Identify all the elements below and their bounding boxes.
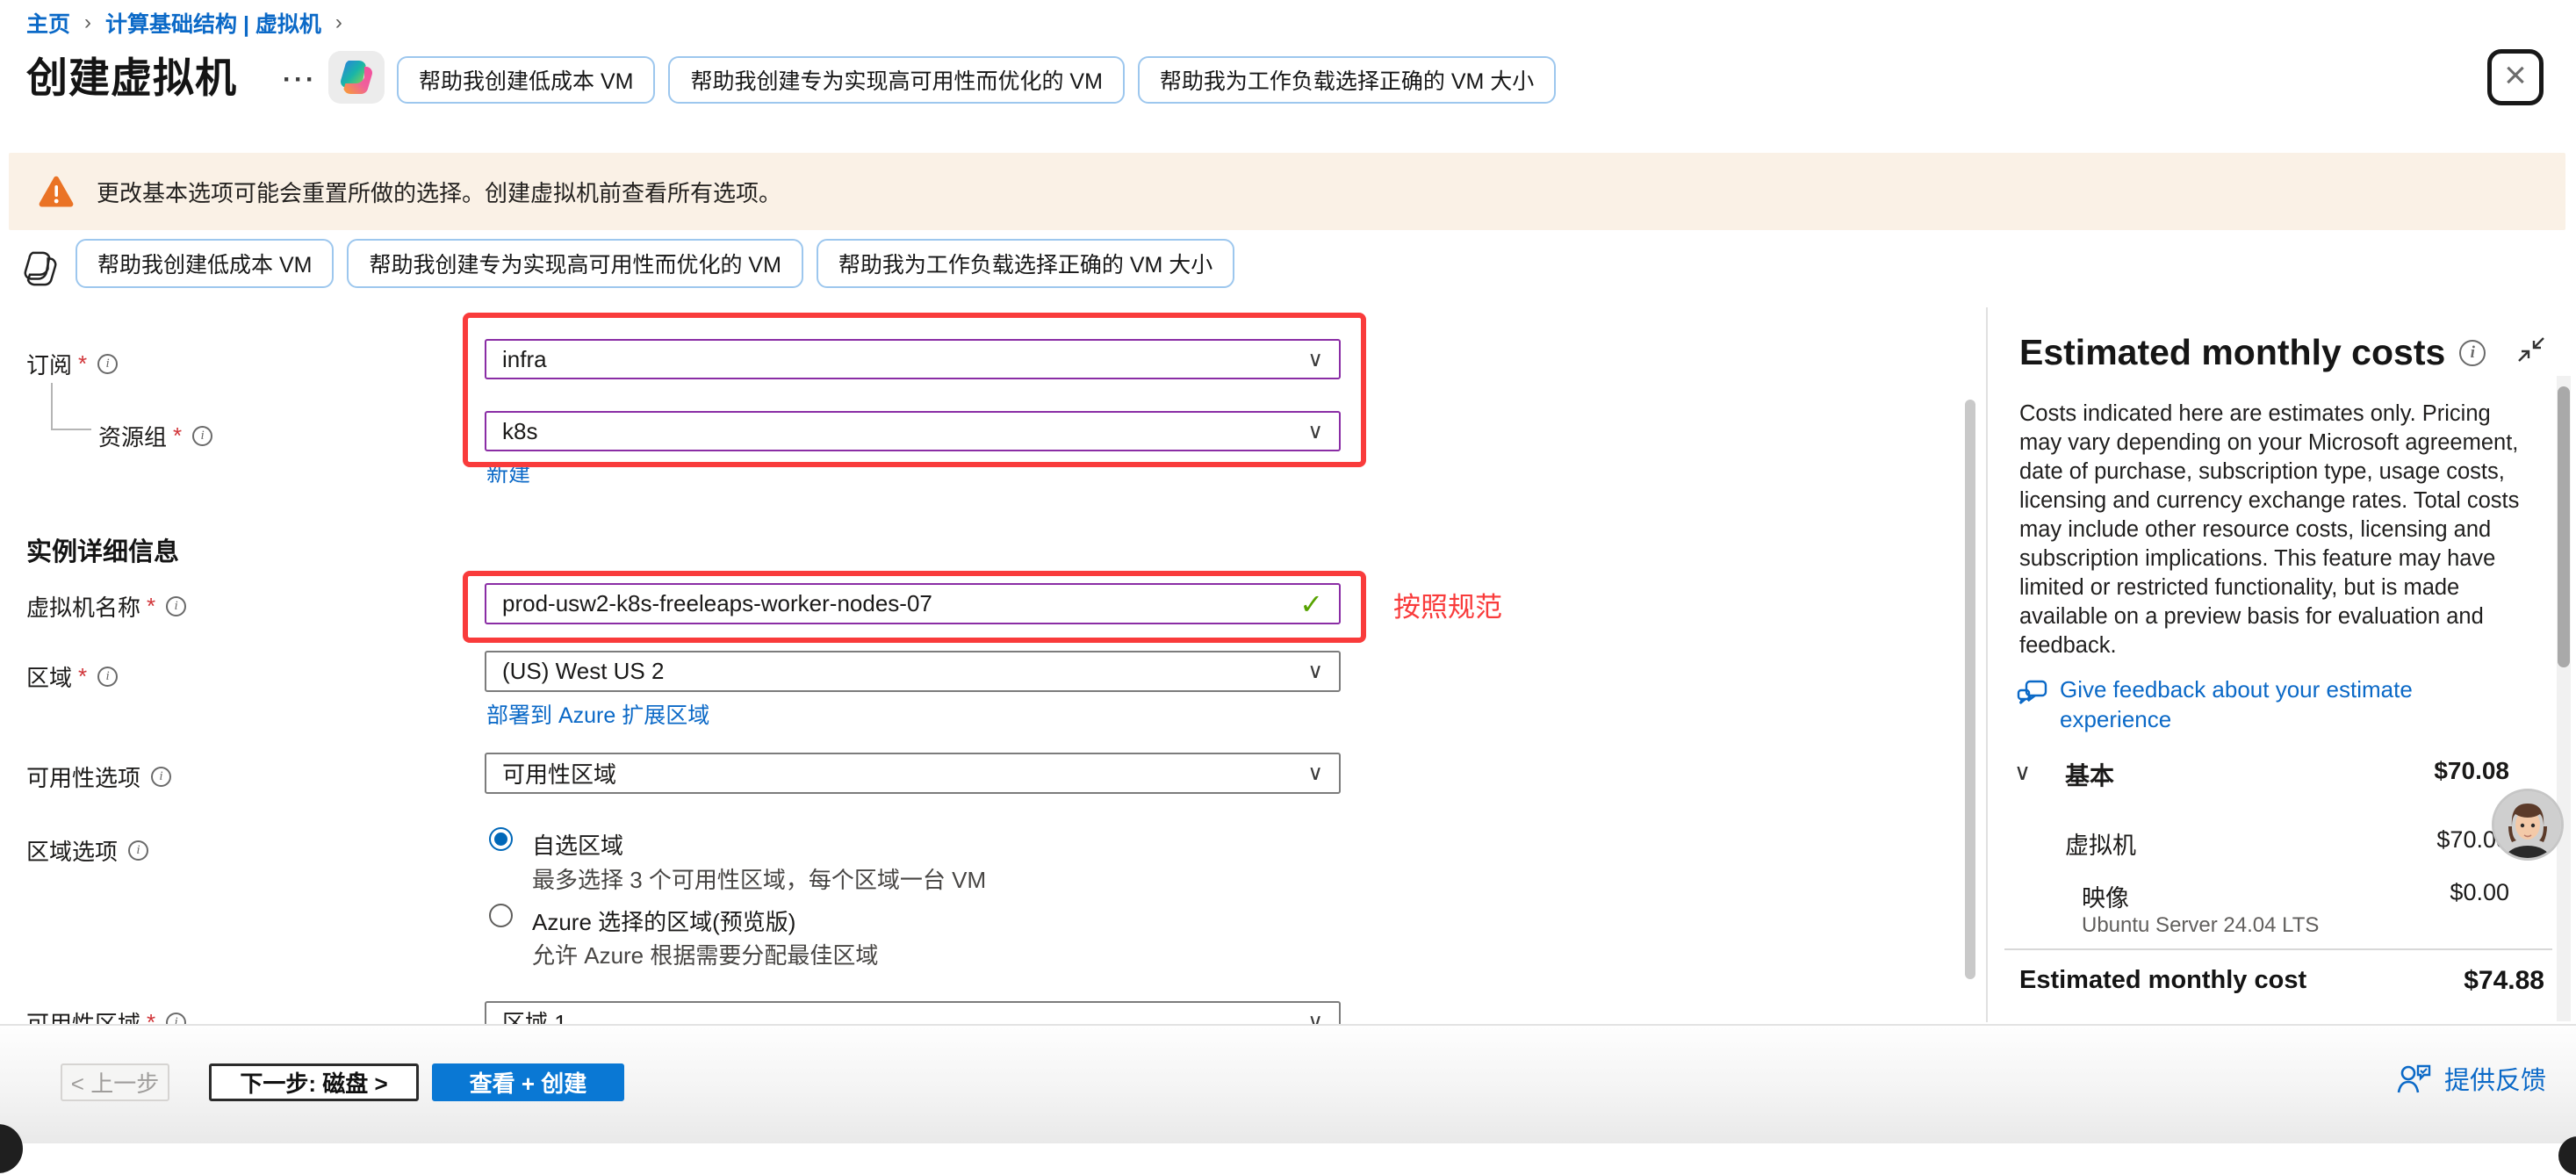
collapse-panel-icon[interactable]	[2516, 335, 2546, 368]
copilot-outline-icon	[21, 249, 60, 292]
chevron-down-icon: ∨	[1307, 419, 1323, 444]
review-create-button[interactable]: 查看 + 创建	[432, 1063, 624, 1101]
cost-item-image-name: 映像	[2082, 879, 2129, 913]
resource-group-label: 资源组* i	[98, 420, 212, 452]
estimate-feedback-link[interactable]: Give feedback about your estimate experi…	[2016, 674, 2481, 734]
page-title: 创建虚拟机	[26, 44, 237, 105]
warning-text: 更改基本选项可能会重置所做的选择。创建虚拟机前查看所有选项。	[97, 176, 781, 208]
main-scrollbar[interactable]	[1965, 400, 1975, 979]
info-icon[interactable]: i	[97, 667, 118, 687]
suggestion-high-availability-button[interactable]: 帮助我创建专为实现高可用性而优化的 VM	[347, 239, 802, 288]
cost-panel-description: Costs indicated here are estimates only.…	[2019, 400, 2524, 660]
info-icon[interactable]: i	[128, 840, 148, 861]
breadcrumb: 主页 › 计算基础结构 | 虚拟机 ›	[26, 7, 356, 39]
valid-check-icon: ✓	[1299, 588, 1323, 621]
warning-banner: 更改基本选项可能会重置所做的选择。创建虚拟机前查看所有选项。	[9, 153, 2565, 230]
radio-azure-selected-region[interactable]	[489, 904, 513, 927]
cost-group-name: 基本	[2065, 757, 2114, 792]
chevron-down-icon: ∨	[1307, 659, 1323, 684]
warning-icon	[39, 176, 74, 207]
vm-name-input[interactable]: prod-usw2-k8s-freeleaps-worker-nodes-07 …	[485, 583, 1341, 624]
deploy-extended-zone-link[interactable]: 部署到 Azure 扩展区域	[486, 698, 709, 730]
suggestion-right-size-button[interactable]: 帮助我为工作负载选择正确的 VM 大小	[1138, 56, 1556, 104]
suggestion-low-cost-vm-button[interactable]: 帮助我创建低成本 VM	[397, 56, 655, 104]
info-icon[interactable]: i	[192, 426, 212, 446]
footer-bar: < 上一步 下一步: 磁盘 > 查看 + 创建 提供反馈	[0, 1024, 2576, 1143]
subscription-dropdown[interactable]: infra ∨	[485, 339, 1341, 379]
radio-self-select-zones-desc: 最多选择 3 个可用性区域，每个区域一台 VM	[532, 862, 986, 895]
cost-item-vm-name: 虚拟机	[2065, 826, 2136, 861]
chevron-down-icon: ∨	[1307, 761, 1323, 786]
tree-line-vertical	[51, 383, 53, 430]
tree-line-horizontal	[51, 429, 91, 430]
info-icon[interactable]: i	[97, 354, 118, 374]
breadcrumb-home[interactable]: 主页	[26, 7, 70, 39]
total-cost-amount: $74.88	[2464, 966, 2544, 996]
radio-self-select-zones-label[interactable]: 自选区域	[532, 828, 623, 861]
info-icon[interactable]: i	[151, 767, 171, 787]
give-feedback-link[interactable]: 提供反馈	[2397, 1060, 2546, 1097]
azure-create-vm-page: { "breadcrumb": { "items": [ {"label": "…	[0, 0, 2576, 1143]
copilot-suggestions-mid: 帮助我创建低成本 VM 帮助我创建专为实现高可用性而优化的 VM 帮助我为工作负…	[76, 239, 1234, 288]
previous-step-button[interactable]: < 上一步	[61, 1063, 169, 1101]
more-options-icon[interactable]: ···	[283, 65, 317, 95]
next-disks-button[interactable]: 下一步: 磁盘 >	[209, 1063, 419, 1101]
assistant-avatar[interactable]	[2492, 789, 2564, 861]
availability-options-dropdown[interactable]: 可用性区域 ∨	[485, 753, 1341, 794]
panel-divider	[1986, 307, 1988, 1022]
region-dropdown[interactable]: (US) West US 2 ∨	[485, 651, 1341, 692]
annotation-vm-name-note: 按照规范	[1393, 585, 1502, 624]
copilot-icon[interactable]	[328, 51, 385, 104]
chevron-down-icon: ∨	[1307, 347, 1323, 372]
suggestion-low-cost-vm-button[interactable]: 帮助我创建低成本 VM	[76, 239, 334, 288]
suggestion-right-size-button[interactable]: 帮助我为工作负载选择正确的 VM 大小	[817, 239, 1234, 288]
zone-options-label: 区域选项 i	[26, 834, 148, 867]
close-button[interactable]: ×	[2487, 49, 2544, 105]
vm-name-label: 虚拟机名称* i	[26, 590, 186, 623]
cost-item-image-sub: Ubuntu Server 24.04 LTS	[2082, 913, 2319, 938]
breadcrumb-separator-icon: ›	[84, 11, 91, 35]
cost-group-amount: $70.08	[2434, 757, 2509, 785]
feedback-bubbles-icon	[2016, 674, 2049, 711]
info-icon[interactable]: i	[166, 596, 186, 616]
subscription-label: 订阅* i	[26, 348, 118, 380]
total-cost-label: Estimated monthly cost	[2019, 966, 2306, 995]
radio-azure-selected-region-desc: 允许 Azure 根据需要分配最佳区域	[532, 938, 878, 970]
radio-azure-selected-region-label[interactable]: Azure 选择的区域(预览版)	[532, 905, 795, 937]
availability-options-label: 可用性选项 i	[26, 761, 171, 793]
panel-scrollbar-thumb[interactable]	[2558, 386, 2570, 667]
cost-separator	[2004, 948, 2552, 950]
close-icon: ×	[2504, 56, 2527, 95]
group-collapse-chevron-icon[interactable]: ∨	[2014, 759, 2031, 786]
suggestion-high-availability-button[interactable]: 帮助我创建专为实现高可用性而优化的 VM	[668, 56, 1124, 104]
radio-self-select-zones[interactable]	[489, 827, 513, 851]
person-feedback-icon	[2397, 1063, 2432, 1094]
resource-group-dropdown[interactable]: k8s ∨	[485, 411, 1341, 451]
copilot-suggestions-top: 帮助我创建低成本 VM 帮助我创建专为实现高可用性而优化的 VM 帮助我为工作负…	[397, 56, 1556, 104]
cost-item-image-amount: $0.00	[2450, 879, 2509, 906]
cost-panel-title: Estimated monthly costs i	[2019, 332, 2486, 373]
breadcrumb-separator-icon: ›	[335, 11, 342, 35]
info-icon[interactable]: i	[2459, 340, 2486, 366]
create-new-link[interactable]: 新建	[486, 457, 530, 488]
region-label: 区域* i	[26, 660, 118, 693]
breadcrumb-compute-vm[interactable]: 计算基础结构 | 虚拟机	[105, 7, 321, 39]
instance-details-heading: 实例详细信息	[26, 531, 179, 568]
